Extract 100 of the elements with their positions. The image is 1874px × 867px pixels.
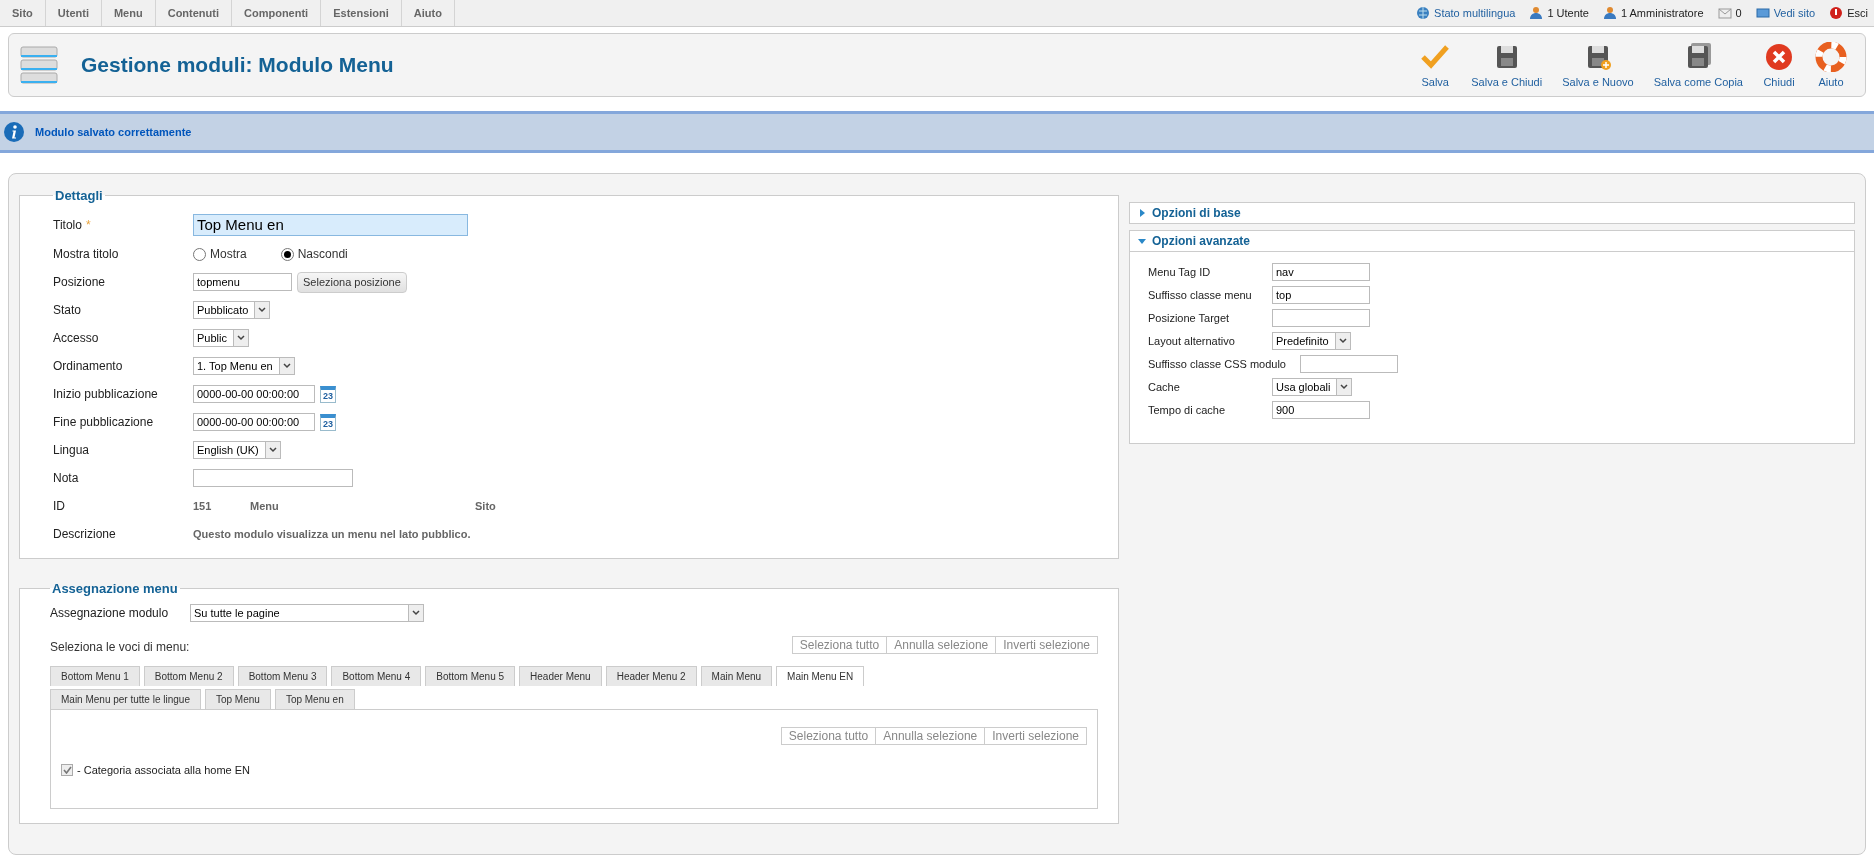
status-item[interactable]: Esci — [1829, 6, 1868, 20]
info-value: Menu — [250, 500, 280, 512]
field-label: Menu Tag ID — [1148, 265, 1212, 278]
dropdown[interactable]: Usa globali — [1272, 377, 1353, 396]
monitor-icon — [1755, 6, 1770, 20]
status-item[interactable]: Stato multilingua — [1416, 6, 1516, 20]
selection-button[interactable]: Annulla selezione — [886, 636, 997, 654]
accordion-header[interactable]: Opzioni di base — [1129, 202, 1855, 224]
field-label: Suffisso classe menu — [1148, 288, 1253, 301]
toolbar-button[interactable]: Chiudi — [1755, 40, 1803, 90]
field-label: Layout alternativo — [1148, 334, 1236, 347]
triangle-right-icon — [1138, 209, 1146, 217]
calendar-button[interactable]: 23 — [320, 385, 336, 403]
menu-tab[interactable]: Header Menu — [519, 666, 602, 686]
menu-item[interactable]: Aiuto — [401, 0, 455, 26]
close-icon — [1763, 42, 1795, 72]
status-item[interactable]: Vedi sito — [1755, 6, 1816, 20]
text-field[interactable]: nav — [1272, 262, 1370, 281]
text-field[interactable] — [1272, 308, 1370, 327]
field-label: Titolo * — [53, 217, 92, 232]
dropdown[interactable]: Public — [193, 329, 249, 347]
fieldset-legend: Assegnazione menu — [50, 581, 180, 596]
field-label: ID — [53, 499, 66, 513]
text-field[interactable] — [1300, 354, 1398, 373]
caret-icon — [412, 610, 420, 616]
menu-tab[interactable]: Main Menu per tutte le lingue — [50, 689, 201, 709]
toolbar-button[interactable]: Salva e Chiudi — [1463, 40, 1551, 90]
field-label: Assegnazione modulo — [50, 606, 170, 620]
menu-item[interactable]: Contenuti — [155, 0, 232, 26]
menu-item-label: - Categoria associata alla home EN — [77, 764, 251, 776]
user-icon — [1529, 6, 1544, 20]
field-label: Mostra titolo — [53, 247, 120, 261]
status-item[interactable]: 1 Amministratore — [1602, 6, 1704, 20]
toolbar-button[interactable]: Salva come Copia — [1645, 40, 1751, 90]
field-label: Fine pubblicazione — [53, 415, 155, 429]
menu-tab[interactable]: Bottom Menu 2 — [143, 666, 234, 686]
checkbox[interactable] — [61, 764, 73, 776]
triangle-down-icon — [1138, 237, 1146, 245]
toolbar-button[interactable]: Salva e Nuovo — [1554, 40, 1642, 90]
menu-tab[interactable]: Header Menu 2 — [605, 666, 697, 686]
menu-item[interactable]: Sito — [0, 0, 46, 26]
dropdown[interactable]: English (UK) — [193, 441, 281, 459]
field-label: Inizio pubblicazione — [53, 387, 159, 401]
menu-tab[interactable]: Main Menu EN — [776, 666, 865, 686]
caret-icon — [282, 363, 291, 369]
select-position-button[interactable]: Seleziona posizione — [297, 271, 407, 293]
message-text: Modulo salvato correttamente — [35, 126, 192, 138]
field-label: Cache — [1148, 380, 1181, 393]
menu-tab[interactable]: Bottom Menu 3 — [237, 666, 328, 686]
field-label: Seleziona le voci di menu: — [50, 640, 190, 654]
selection-button[interactable]: Seleziona tutto — [791, 636, 888, 654]
selection-button[interactable]: Inverti selezione — [995, 636, 1098, 654]
text-field[interactable]: Top Menu en — [193, 213, 468, 236]
radio-button[interactable] — [280, 247, 294, 261]
menu-item[interactable]: Menu — [101, 0, 156, 26]
field-label: Accesso — [53, 331, 100, 345]
text-field[interactable]: top — [1272, 285, 1370, 304]
menu-tab[interactable]: Bottom Menu 5 — [425, 666, 516, 686]
menu-tab[interactable]: Top Menu — [204, 689, 271, 709]
status-item[interactable]: 1 Utente — [1529, 6, 1589, 20]
fieldset-legend: Dettagli — [53, 188, 105, 203]
dropdown[interactable]: Predefinito — [1272, 331, 1351, 350]
dropdown[interactable]: Su tutte le pagine — [190, 604, 424, 622]
description-text: Questo modulo visualizza un menu nel lato pubblico. — [193, 528, 471, 540]
globe-icon — [1416, 6, 1431, 20]
accordion-header[interactable]: Opzioni avanzate — [1129, 230, 1855, 252]
field-label: Descrizione — [53, 527, 117, 541]
caret-icon — [258, 307, 267, 313]
radio-button[interactable] — [193, 247, 206, 261]
date-field[interactable]: 0000-00-00 00:00:00 — [193, 413, 315, 431]
caret-icon — [1340, 383, 1349, 390]
selection-button[interactable]: Annulla selezione — [875, 727, 986, 745]
menu-item[interactable]: Componenti — [232, 0, 322, 26]
status-item[interactable]: 0 — [1717, 6, 1742, 20]
mail-icon — [1717, 6, 1732, 20]
menu-tab[interactable]: Bottom Menu 1 — [50, 666, 140, 686]
menu-tab[interactable]: Main Menu — [700, 666, 773, 686]
menu-tab[interactable]: Bottom Menu 4 — [331, 666, 422, 686]
text-field[interactable]: topmenu — [193, 273, 292, 291]
info-value: 151 — [193, 500, 213, 512]
selection-button[interactable]: Inverti selezione — [984, 727, 1087, 745]
menu-item[interactable]: Estensioni — [321, 0, 402, 26]
caret-icon — [236, 335, 245, 341]
text-field[interactable] — [193, 469, 353, 487]
field-label: Posizione — [53, 275, 107, 289]
toolbar-button[interactable]: Salva — [1411, 40, 1460, 90]
radio-option[interactable]: Mostra — [193, 247, 247, 261]
radio-option[interactable]: Nascondi — [280, 247, 348, 261]
menu-tab[interactable]: Top Menu en — [274, 689, 355, 709]
dropdown[interactable]: 1. Top Menu en — [193, 357, 295, 375]
text-field[interactable]: 900 — [1272, 400, 1370, 419]
menu-item[interactable]: Utenti — [45, 0, 102, 26]
radio-dot-icon — [283, 250, 291, 258]
field-label: Suffisso classe CSS modulo — [1148, 357, 1287, 370]
dropdown[interactable]: Pubblicato — [193, 301, 271, 319]
selection-button[interactable]: Seleziona tutto — [780, 727, 877, 745]
date-field[interactable]: 0000-00-00 00:00:00 — [193, 385, 315, 403]
caret-icon — [1338, 337, 1347, 344]
calendar-button[interactable]: 23 — [320, 413, 336, 431]
toolbar-button[interactable]: Aiuto — [1807, 40, 1855, 90]
